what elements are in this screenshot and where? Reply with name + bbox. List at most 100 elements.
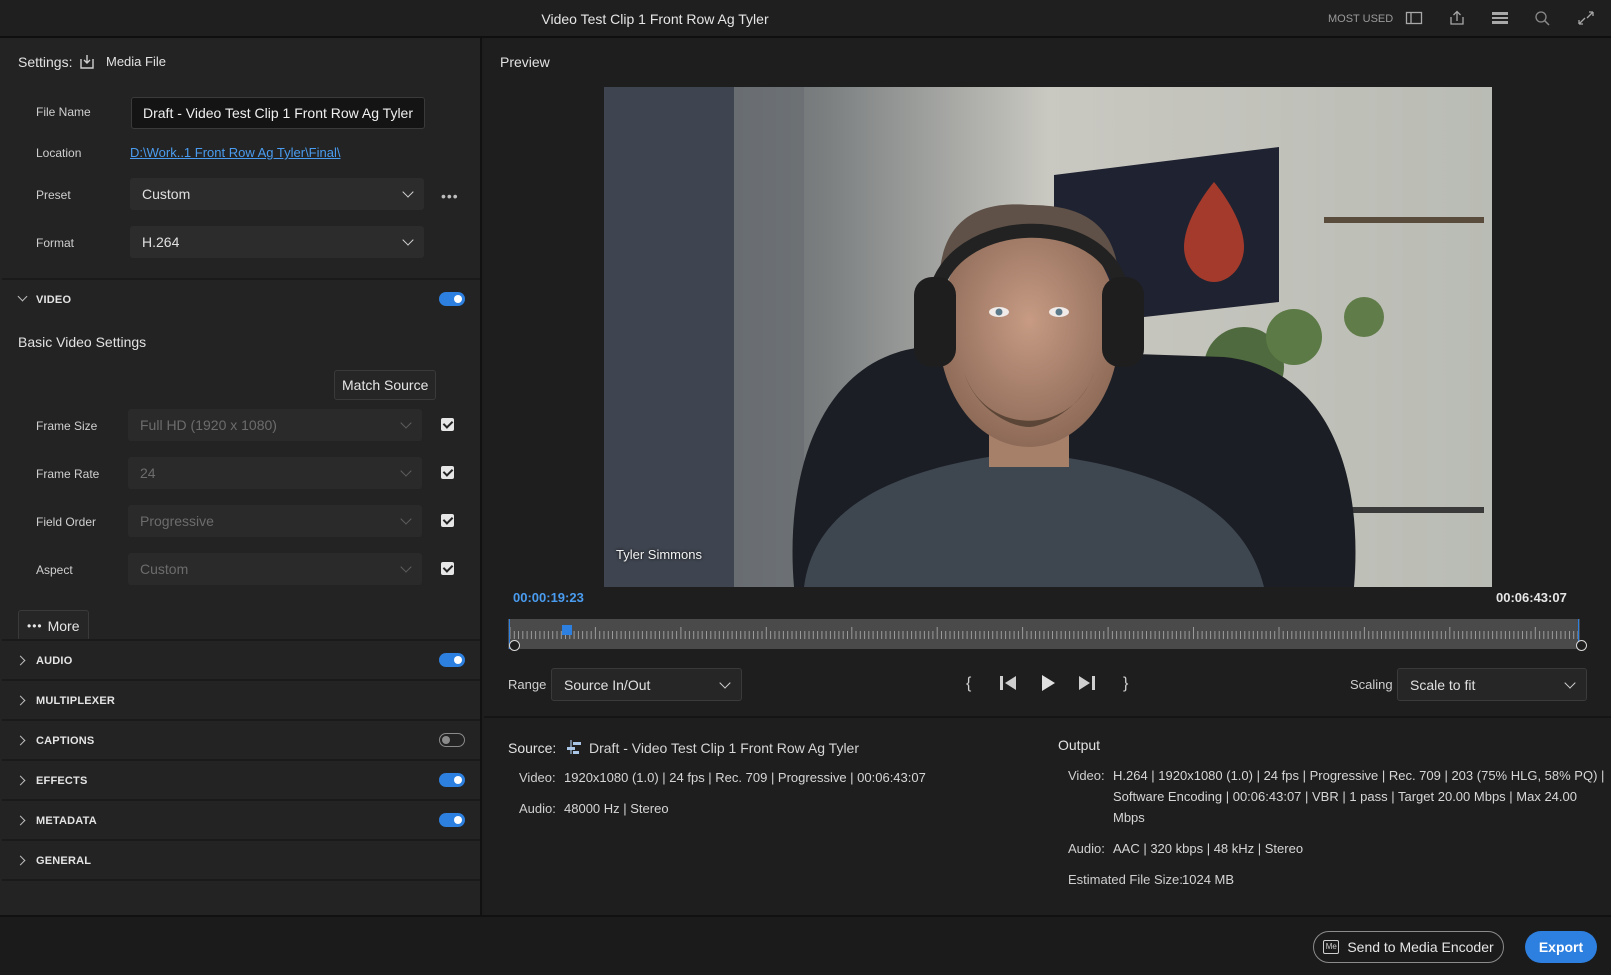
audio-toggle[interactable] bbox=[439, 653, 465, 667]
video-setting-label: Frame Size bbox=[36, 419, 98, 433]
step-forward-icon[interactable] bbox=[1077, 674, 1097, 695]
preset-more-icon[interactable]: ••• bbox=[441, 188, 459, 204]
output-video-line2: Software Encoding | 00:06:43:07 | VBR | … bbox=[1113, 789, 1577, 804]
metadata-toggle[interactable] bbox=[439, 813, 465, 827]
video-setting-dropdown[interactable]: Custom bbox=[128, 553, 422, 585]
divider bbox=[2, 839, 480, 841]
mark-in-icon[interactable]: { bbox=[966, 675, 971, 693]
video-setting-dropdown[interactable]: Progressive bbox=[128, 505, 422, 537]
format-dropdown[interactable]: H.264 bbox=[130, 226, 424, 258]
workspace-most-used[interactable]: MOST USED bbox=[1328, 13, 1393, 25]
output-audio-label: Audio: bbox=[1068, 841, 1105, 856]
section-header-multiplexer[interactable]: MULTIPLEXER bbox=[36, 695, 115, 707]
mark-out-icon[interactable]: } bbox=[1123, 675, 1128, 693]
scaling-dropdown[interactable]: Scale to fit bbox=[1397, 668, 1587, 701]
video-section-header[interactable]: VIDEO bbox=[36, 294, 71, 306]
title-bar: Video Test Clip 1 Front Row Ag Tyler MOS… bbox=[0, 0, 1611, 38]
play-icon[interactable] bbox=[1040, 674, 1056, 695]
chevron-right-icon[interactable] bbox=[15, 655, 26, 666]
match-checkbox[interactable] bbox=[441, 418, 454, 431]
share-icon[interactable] bbox=[1448, 10, 1466, 26]
in-point-handle[interactable] bbox=[509, 640, 520, 651]
video-setting-value: Progressive bbox=[140, 513, 214, 529]
video-setting-dropdown[interactable]: 24 bbox=[128, 457, 422, 489]
match-checkbox[interactable] bbox=[441, 514, 454, 527]
divider bbox=[2, 719, 480, 721]
divider bbox=[2, 879, 480, 881]
video-setting-label: Aspect bbox=[36, 563, 73, 577]
match-source-button[interactable]: Match Source bbox=[334, 370, 437, 400]
chevron-right-icon[interactable] bbox=[15, 695, 26, 706]
location-link[interactable]: D:\Work..1 Front Row Ag Tyler\Final\ bbox=[130, 145, 340, 160]
match-checkbox[interactable] bbox=[441, 562, 454, 575]
send-to-media-encoder-button[interactable]: Me Send to Media Encoder bbox=[1313, 931, 1504, 963]
video-setting-dropdown[interactable]: Full HD (1920 x 1080) bbox=[128, 409, 422, 441]
output-video-label: Video: bbox=[1068, 768, 1105, 783]
chevron-down-icon bbox=[1564, 676, 1576, 689]
video-setting-value: Full HD (1920 x 1080) bbox=[140, 417, 277, 433]
media-file-label[interactable]: Media File bbox=[106, 54, 166, 69]
divider bbox=[484, 716, 1611, 718]
media-encoder-icon: Me bbox=[1323, 940, 1340, 954]
settings-label: Settings: bbox=[18, 54, 73, 70]
panel-icon[interactable] bbox=[1405, 10, 1423, 26]
window-title: Video Test Clip 1 Front Row Ag Tyler bbox=[541, 11, 769, 27]
chevron-right-icon[interactable] bbox=[15, 775, 26, 786]
range-label: Range bbox=[508, 677, 547, 692]
estimated-size-value: 1024 MB bbox=[1182, 872, 1235, 887]
video-setting-label: Field Order bbox=[36, 515, 97, 529]
section-header-captions[interactable]: CAPTIONS bbox=[36, 735, 94, 747]
fullscreen-icon[interactable] bbox=[1577, 10, 1595, 26]
section-header-audio[interactable]: AUDIO bbox=[36, 655, 72, 667]
more-button[interactable]: ••• More bbox=[18, 610, 89, 641]
list-icon[interactable] bbox=[1491, 10, 1509, 26]
send-to-media-encoder-label: Send to Media Encoder bbox=[1347, 939, 1494, 955]
chevron-down-icon bbox=[400, 417, 412, 429]
output-audio-value: AAC | 320 kbps | 48 kHz | Stereo bbox=[1113, 841, 1304, 856]
step-back-icon[interactable] bbox=[998, 674, 1018, 695]
sequence-icon bbox=[566, 739, 582, 758]
preset-dropdown[interactable]: Custom bbox=[130, 178, 424, 210]
playhead-handle[interactable] bbox=[561, 625, 572, 635]
chevron-down-icon bbox=[400, 513, 412, 525]
video-setting-label: Frame Rate bbox=[36, 467, 100, 481]
current-timecode[interactable]: 00:00:19:23 bbox=[513, 590, 584, 605]
section-header-effects[interactable]: EFFECTS bbox=[36, 775, 88, 787]
divider bbox=[2, 679, 480, 681]
more-dots-icon: ••• bbox=[27, 618, 43, 633]
location-label: Location bbox=[36, 146, 82, 160]
export-button[interactable]: Export bbox=[1525, 931, 1597, 963]
effects-toggle[interactable] bbox=[439, 773, 465, 787]
preset-value: Custom bbox=[142, 186, 191, 202]
media-file-icon[interactable] bbox=[79, 54, 95, 73]
range-value: Source In/Out bbox=[564, 676, 651, 693]
chevron-down-icon bbox=[402, 186, 414, 198]
divider bbox=[2, 639, 480, 641]
search-icon[interactable] bbox=[1534, 10, 1552, 26]
captions-toggle[interactable] bbox=[439, 733, 465, 747]
timeline-scrubber[interactable] bbox=[508, 619, 1580, 649]
source-video-label: Video: bbox=[519, 770, 556, 785]
settings-panel: Settings: Media File File Name Draft - V… bbox=[0, 38, 482, 915]
video-setting-value: 24 bbox=[140, 465, 156, 481]
divider bbox=[2, 799, 480, 801]
match-checkbox[interactable] bbox=[441, 466, 454, 479]
output-video-line1: H.264 | 1920x1080 (1.0) | 24 fps | Progr… bbox=[1113, 768, 1605, 783]
basic-video-settings-title: Basic Video Settings bbox=[18, 334, 147, 350]
video-toggle[interactable] bbox=[439, 292, 465, 306]
file-name-field[interactable]: Draft - Video Test Clip 1 Front Row Ag T… bbox=[131, 97, 425, 129]
divider bbox=[2, 759, 480, 761]
section-header-metadata[interactable]: METADATA bbox=[36, 815, 97, 827]
out-point-handle[interactable] bbox=[1576, 640, 1587, 651]
footer-bar: Me Send to Media Encoder Export bbox=[0, 915, 1611, 975]
chevron-right-icon[interactable] bbox=[15, 855, 26, 866]
chevron-right-icon[interactable] bbox=[15, 735, 26, 746]
chevron-right-icon[interactable] bbox=[15, 815, 26, 826]
section-header-general[interactable]: GENERAL bbox=[36, 855, 91, 867]
range-dropdown[interactable]: Source In/Out bbox=[551, 668, 742, 701]
preview-title: Preview bbox=[500, 54, 550, 70]
chevron-down-icon[interactable] bbox=[17, 291, 28, 302]
chevron-down-icon bbox=[719, 676, 731, 689]
file-name-label: File Name bbox=[36, 105, 91, 119]
source-name: Draft - Video Test Clip 1 Front Row Ag T… bbox=[589, 740, 860, 756]
